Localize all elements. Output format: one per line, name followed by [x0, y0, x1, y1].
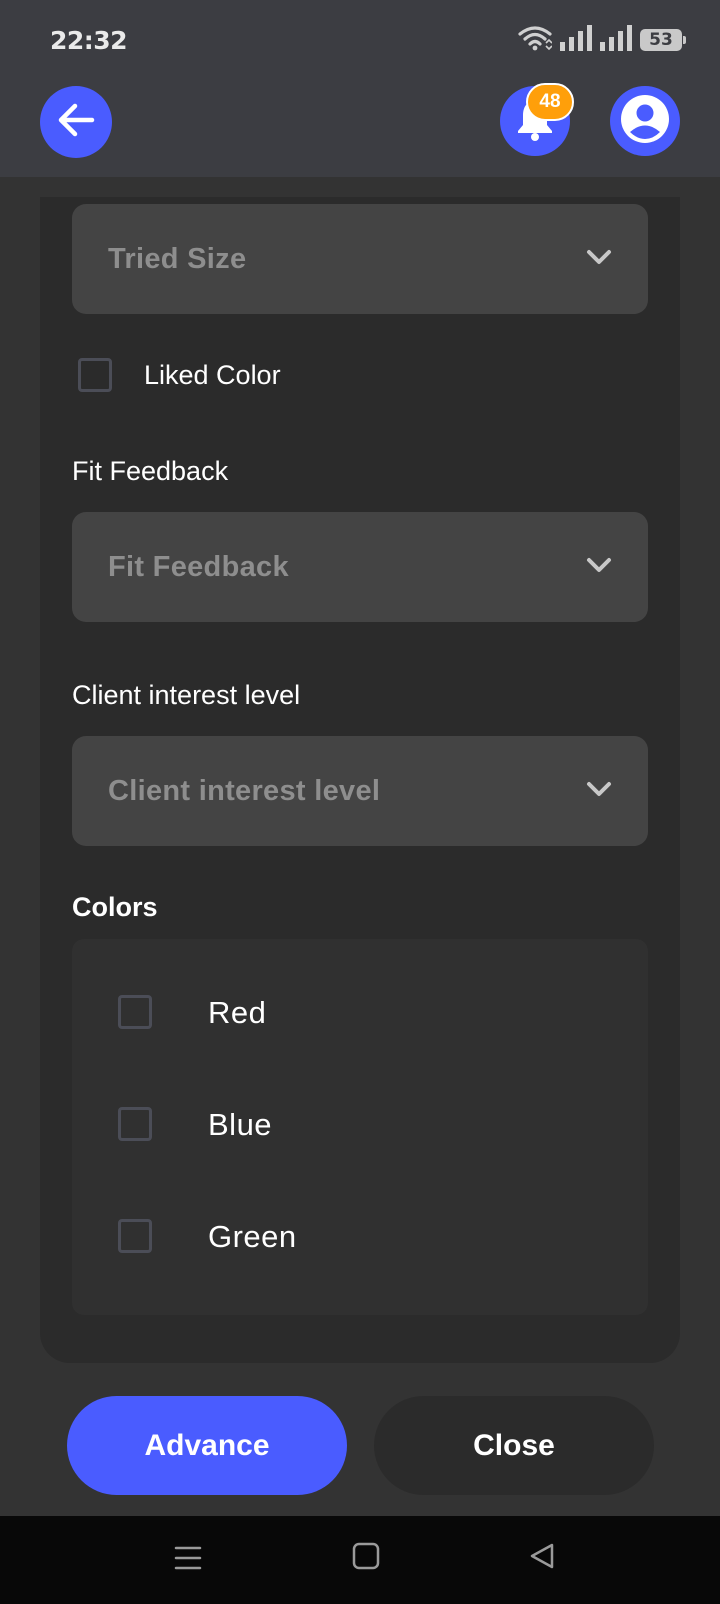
fit-feedback-label: Fit Feedback — [72, 456, 229, 486]
home-icon[interactable] — [352, 1542, 380, 1575]
menu-icon[interactable] — [174, 1544, 202, 1577]
profile-button[interactable] — [610, 86, 680, 156]
status-icons: 53 — [518, 24, 686, 56]
close-button[interactable]: Close — [374, 1396, 654, 1495]
user-icon — [619, 93, 671, 150]
chevron-down-icon — [586, 556, 612, 574]
client-interest-label: Client interest level — [72, 680, 301, 710]
client-interest-dropdown[interactable]: Client interest level — [72, 736, 648, 846]
notification-badge: 48 — [526, 83, 574, 121]
status-bar: 22:32 53 — [0, 0, 720, 80]
signal-icon — [560, 24, 592, 56]
status-time: 22:32 — [50, 26, 128, 55]
colors-list: Red Blue Green — [72, 939, 648, 1315]
color-blue-checkbox[interactable] — [118, 1107, 152, 1141]
back-triangle-icon[interactable] — [528, 1542, 556, 1575]
color-option-label: Blue — [208, 1107, 273, 1142]
colors-title: Colors — [72, 892, 158, 922]
dropdown-placeholder: Tried Size — [108, 242, 247, 275]
advance-button[interactable]: Advance — [67, 1396, 347, 1495]
form-card: Tried Size Liked Color Fit Feedback Fit … — [40, 197, 680, 1363]
signal-icon — [600, 24, 632, 56]
color-option-label: Green — [208, 1219, 297, 1254]
navigation-bar — [0, 1516, 720, 1604]
arrow-left-icon — [57, 103, 95, 142]
app-bar: 48 — [0, 80, 720, 177]
color-red-checkbox[interactable] — [118, 995, 152, 1029]
wifi-icon — [518, 25, 553, 56]
dropdown-placeholder: Fit Feedback — [108, 550, 289, 583]
back-button[interactable] — [40, 86, 112, 158]
screen: 22:32 53 48 Tried Size Liked Color Fit F… — [0, 0, 720, 1604]
liked-color-checkbox[interactable] — [78, 358, 112, 392]
chevron-down-icon — [586, 780, 612, 798]
chevron-down-icon — [586, 248, 612, 266]
fit-feedback-dropdown[interactable]: Fit Feedback — [72, 512, 648, 622]
tried-size-dropdown[interactable]: Tried Size — [72, 204, 648, 314]
liked-color-label: Liked Color — [144, 360, 281, 390]
color-green-checkbox[interactable] — [118, 1219, 152, 1253]
color-option-label: Red — [208, 995, 267, 1030]
battery-icon: 53 — [640, 29, 686, 51]
dropdown-placeholder: Client interest level — [108, 774, 381, 807]
